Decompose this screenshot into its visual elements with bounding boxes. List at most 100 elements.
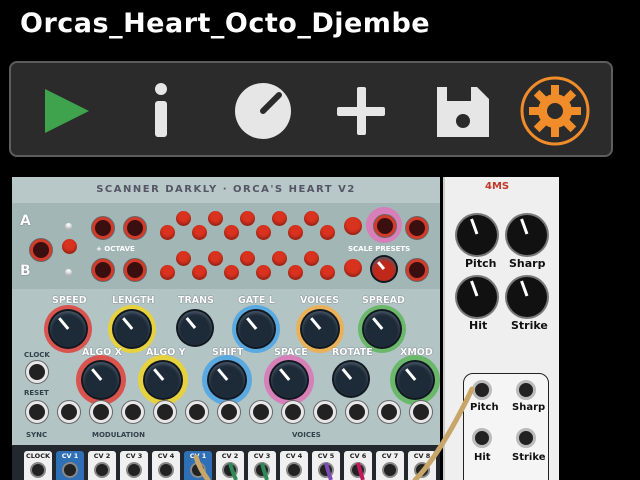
scale-preset-knob[interactable] [372, 257, 396, 281]
hit-knob[interactable] [457, 277, 497, 317]
strike-knob[interactable] [507, 277, 547, 317]
output-jack[interactable]: CV 2 [88, 451, 116, 480]
play-icon [45, 89, 89, 133]
info-button[interactable] [125, 73, 197, 149]
scale-preset-led-a[interactable] [344, 217, 362, 235]
knob-icon [235, 83, 291, 139]
save-button[interactable] [427, 73, 499, 149]
djembe-module: 4MS Pitch Sharp Hit Strike Pitch Sharp H… [443, 177, 559, 480]
settings-button[interactable] [519, 73, 591, 149]
step-led[interactable] [208, 251, 223, 266]
modulation-label: MODULATION [92, 431, 145, 439]
cv-input-jack[interactable] [346, 401, 368, 423]
add-button[interactable] [325, 73, 397, 149]
step-led[interactable] [192, 265, 207, 280]
cv-input-jack[interactable] [186, 401, 208, 423]
sharp-knob[interactable] [507, 215, 547, 255]
output-jack[interactable]: CV 8 [408, 451, 436, 480]
output-jack[interactable]: CV 4 [152, 451, 180, 480]
step-led[interactable] [192, 225, 207, 240]
row-b-jack-1[interactable] [92, 259, 114, 281]
cv-input-jack[interactable] [218, 401, 240, 423]
step-led[interactable] [288, 265, 303, 280]
step-led[interactable] [240, 211, 255, 226]
step-led[interactable] [272, 251, 287, 266]
cv-input-jack[interactable] [90, 401, 112, 423]
shift-knob[interactable] [209, 362, 245, 398]
step-led[interactable] [176, 251, 191, 266]
knob-button[interactable] [227, 73, 299, 149]
output-jack[interactable]: CLOCK [24, 451, 52, 480]
cv-input-jack[interactable] [154, 401, 176, 423]
step-led[interactable] [304, 211, 319, 226]
output-jack[interactable]: CV 6 [344, 451, 372, 480]
scale-preset-out-a[interactable] [406, 217, 428, 239]
strike-cv-jack[interactable] [516, 428, 536, 448]
cv-input-jack[interactable] [122, 401, 144, 423]
output-jack[interactable]: CV 4 [280, 451, 308, 480]
step-led[interactable] [320, 225, 335, 240]
trans-knob[interactable] [178, 311, 212, 345]
knob-label: Strike [511, 319, 548, 332]
step-led[interactable] [272, 211, 287, 226]
step-led[interactable] [288, 225, 303, 240]
xmod-knob[interactable] [397, 362, 433, 398]
cv-input-jack[interactable] [410, 401, 432, 423]
output-jack[interactable]: CV 1 [184, 451, 212, 480]
row-b-indicator [65, 269, 72, 276]
step-led[interactable] [256, 265, 271, 280]
space-knob[interactable] [271, 362, 307, 398]
jack-label: Strike [512, 452, 546, 463]
pitch-cv-jack[interactable] [472, 380, 492, 400]
spread-knob[interactable] [364, 311, 400, 347]
step-led[interactable] [160, 225, 175, 240]
octave-label: + OCTAVE [96, 245, 135, 253]
output-jack[interactable]: CV 1 [56, 451, 84, 480]
cv-input-jack[interactable] [378, 401, 400, 423]
cv-input-jack[interactable] [58, 401, 80, 423]
algo-x-knob[interactable] [83, 362, 119, 398]
row-a-jack-1[interactable] [92, 217, 114, 239]
step-led[interactable] [224, 225, 239, 240]
octave-input-jack[interactable] [30, 239, 52, 261]
step-led[interactable] [320, 265, 335, 280]
scale-preset-out-b[interactable] [406, 259, 428, 281]
gate-length-knob[interactable] [238, 311, 274, 347]
algo-y-knob[interactable] [145, 362, 181, 398]
pitch-knob[interactable] [457, 215, 497, 255]
knob-label: Sharp [509, 257, 546, 270]
play-button[interactable] [35, 73, 107, 149]
rotate-knob[interactable] [334, 362, 368, 396]
info-icon [155, 83, 167, 137]
clock-label: CLOCK [24, 351, 50, 359]
step-led[interactable] [208, 211, 223, 226]
output-jack[interactable]: CV 2 [216, 451, 244, 480]
row-a-jack-2[interactable] [124, 217, 146, 239]
step-led[interactable] [240, 251, 255, 266]
row-b-jack-2[interactable] [124, 259, 146, 281]
cv-input-jack[interactable] [250, 401, 272, 423]
scale-preset-jack-a[interactable] [374, 215, 396, 237]
output-jack[interactable]: CV 3 [248, 451, 276, 480]
speed-knob[interactable] [50, 311, 86, 347]
clock-input-jack[interactable] [26, 361, 48, 383]
step-led[interactable] [256, 225, 271, 240]
voices-knob[interactable] [302, 311, 338, 347]
step-led[interactable] [224, 265, 239, 280]
hit-cv-jack[interactable] [472, 428, 492, 448]
output-jack[interactable]: CV 3 [120, 451, 148, 480]
length-knob[interactable] [114, 311, 150, 347]
output-jack[interactable]: CV 5 [312, 451, 340, 480]
cv-input-jack[interactable] [282, 401, 304, 423]
step-led[interactable] [304, 251, 319, 266]
cv-input-jack[interactable] [314, 401, 336, 423]
knob-label: ROTATE [332, 347, 373, 358]
reset-input-jack[interactable] [26, 401, 48, 423]
sequencer-panel: A B + OCTAVE SCALE PRESETS [12, 203, 440, 289]
step-led[interactable] [160, 265, 175, 280]
sharp-cv-jack[interactable] [516, 380, 536, 400]
octave-led[interactable] [62, 239, 77, 254]
scale-preset-led-b[interactable] [344, 259, 362, 277]
output-jack[interactable]: CV 7 [376, 451, 404, 480]
step-led[interactable] [176, 211, 191, 226]
